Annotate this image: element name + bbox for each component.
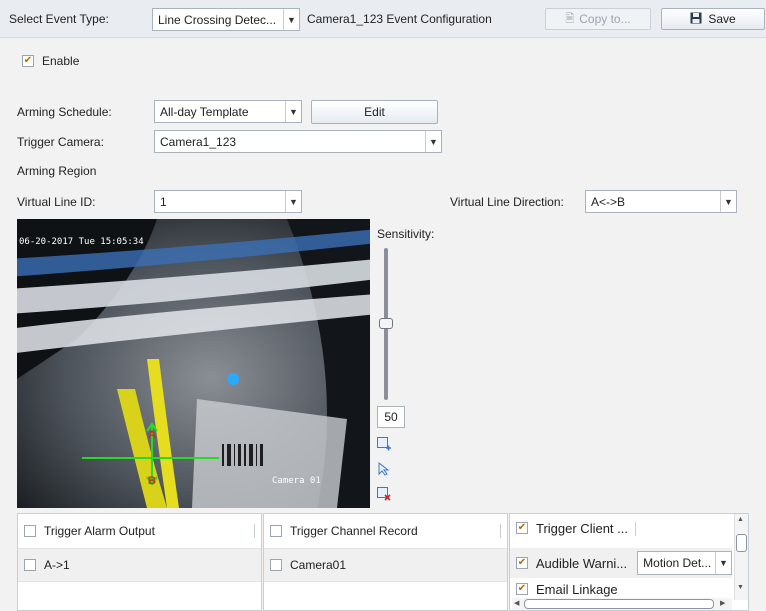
virtual-line-id-value: 1: [160, 194, 167, 209]
email-linkage-label: Email Linkage: [536, 581, 618, 597]
horizontal-scrollbar[interactable]: ◀ ▶: [512, 598, 732, 610]
save-button[interactable]: Save: [661, 8, 765, 30]
trigger-camera-value: Camera1_123: [160, 134, 237, 149]
delete-line-icon[interactable]: [377, 487, 391, 501]
client-linkage-panel: ✔ Trigger Client ... ✔ Audible Warni... …: [509, 513, 749, 611]
osd-camera-name: Camera 01: [272, 476, 321, 486]
virtual-line-direction-label: Virtual Line Direction:: [450, 195, 564, 209]
event-type-label: Select Event Type:: [9, 12, 109, 26]
trigger-client-label: Trigger Client ...: [536, 520, 628, 536]
arming-schedule-value: All-day Template: [160, 104, 249, 119]
channel-record-header: Trigger Channel Record: [264, 514, 507, 548]
trigger-alarm-output-checkbox[interactable]: [24, 525, 36, 537]
virtual-line-direction-value: A<->B: [591, 194, 626, 209]
sensitivity-value[interactable]: 50: [377, 406, 405, 428]
save-label: Save: [708, 12, 736, 26]
edit-schedule-button[interactable]: Edit: [311, 100, 438, 124]
trigger-channel-record-label: Trigger Channel Record: [290, 524, 418, 538]
virtual-line-direction-select[interactable]: A<->B ▼: [585, 190, 737, 213]
video-preview[interactable]: 06-20-2017 Tue 15:05:34 Camera 01 A B: [17, 219, 370, 508]
channel-record-item-label: Camera01: [290, 558, 347, 572]
client-linkage-header: ✔ Trigger Client ...: [510, 514, 732, 542]
enable-row: ✔ Enable: [22, 54, 79, 68]
chevron-down-icon[interactable]: ▼: [720, 191, 736, 212]
chevron-down-icon[interactable]: ▼: [283, 9, 299, 30]
trigger-camera-label: Trigger Camera:: [17, 135, 104, 149]
chevron-down-icon[interactable]: ▼: [715, 552, 731, 574]
scroll-down-icon[interactable]: ▼: [737, 584, 744, 591]
trigger-camera-select[interactable]: Camera1_123 ▼: [154, 130, 442, 153]
line-label-b: B: [148, 475, 156, 487]
enable-label: Enable: [42, 54, 80, 68]
arming-schedule-select[interactable]: All-day Template ▼: [154, 100, 302, 123]
chevron-down-icon[interactable]: ▼: [285, 101, 301, 122]
event-type-select[interactable]: Line Crossing Detec... ▼: [152, 8, 300, 31]
column-divider: [500, 524, 501, 538]
audible-warning-select[interactable]: Motion Det... ▼: [637, 551, 732, 575]
audible-warning-label: Audible Warni...: [535, 555, 628, 571]
trigger-alarm-output-label: Trigger Alarm Output: [44, 524, 155, 538]
save-icon: [690, 12, 702, 27]
draw-line-icon[interactable]: [377, 437, 391, 451]
scroll-right-icon[interactable]: ▶: [720, 599, 725, 607]
config-title: Camera1_123 Event Configuration: [307, 12, 492, 26]
column-divider: [635, 522, 636, 536]
chevron-down-icon[interactable]: ▼: [285, 191, 301, 212]
audible-warning-value: Motion Det...: [643, 556, 712, 570]
camera-frame: [17, 219, 370, 508]
scrollbar-thumb[interactable]: [524, 599, 714, 609]
arming-region-label: Arming Region: [17, 164, 97, 178]
trigger-client-checkbox[interactable]: ✔: [516, 522, 528, 534]
alarm-output-header: Trigger Alarm Output: [18, 514, 261, 548]
virtual-line-id-label: Virtual Line ID:: [17, 195, 96, 209]
scroll-left-icon[interactable]: ◀: [514, 599, 519, 607]
sensitivity-label: Sensitivity:: [377, 227, 435, 241]
alarm-output-item-checkbox[interactable]: [24, 559, 36, 571]
vertical-scrollbar[interactable]: ▲ ▼: [734, 514, 748, 600]
list-item[interactable]: A->1: [18, 548, 261, 582]
line-label-a: A: [148, 429, 156, 441]
channel-record-panel: Trigger Channel Record Camera01: [263, 513, 508, 611]
enable-checkbox[interactable]: ✔: [22, 55, 34, 67]
list-item[interactable]: ✔ Audible Warni... Motion Det... ▼: [510, 548, 732, 578]
audible-warning-checkbox[interactable]: ✔: [516, 557, 528, 569]
scrollbar-thumb[interactable]: [736, 534, 747, 552]
sensitivity-slider-thumb[interactable]: [379, 318, 393, 329]
copy-to-button[interactable]: 🗎 Copy to...: [545, 8, 651, 30]
copy-icon: 🗎: [565, 12, 575, 25]
alarm-output-panel: Trigger Alarm Output A->1: [17, 513, 262, 611]
event-type-value: Line Crossing Detec...: [158, 12, 277, 27]
trigger-channel-record-checkbox[interactable]: [270, 525, 282, 537]
select-pointer-icon[interactable]: [377, 462, 391, 476]
column-divider: [254, 524, 255, 538]
osd-timestamp: 06-20-2017 Tue 15:05:34: [19, 237, 144, 247]
alarm-output-item-label: A->1: [44, 558, 70, 572]
copy-to-label: Copy to...: [579, 12, 631, 26]
channel-record-item-checkbox[interactable]: [270, 559, 282, 571]
email-linkage-checkbox[interactable]: ✔: [516, 583, 528, 595]
list-item[interactable]: Camera01: [264, 548, 507, 582]
scroll-up-icon[interactable]: ▲: [737, 516, 744, 523]
list-item[interactable]: ✔ Email Linkage: [510, 580, 732, 598]
arming-schedule-label: Arming Schedule:: [17, 105, 112, 119]
virtual-line-id-select[interactable]: 1 ▼: [154, 190, 302, 213]
chevron-down-icon[interactable]: ▼: [425, 131, 441, 152]
